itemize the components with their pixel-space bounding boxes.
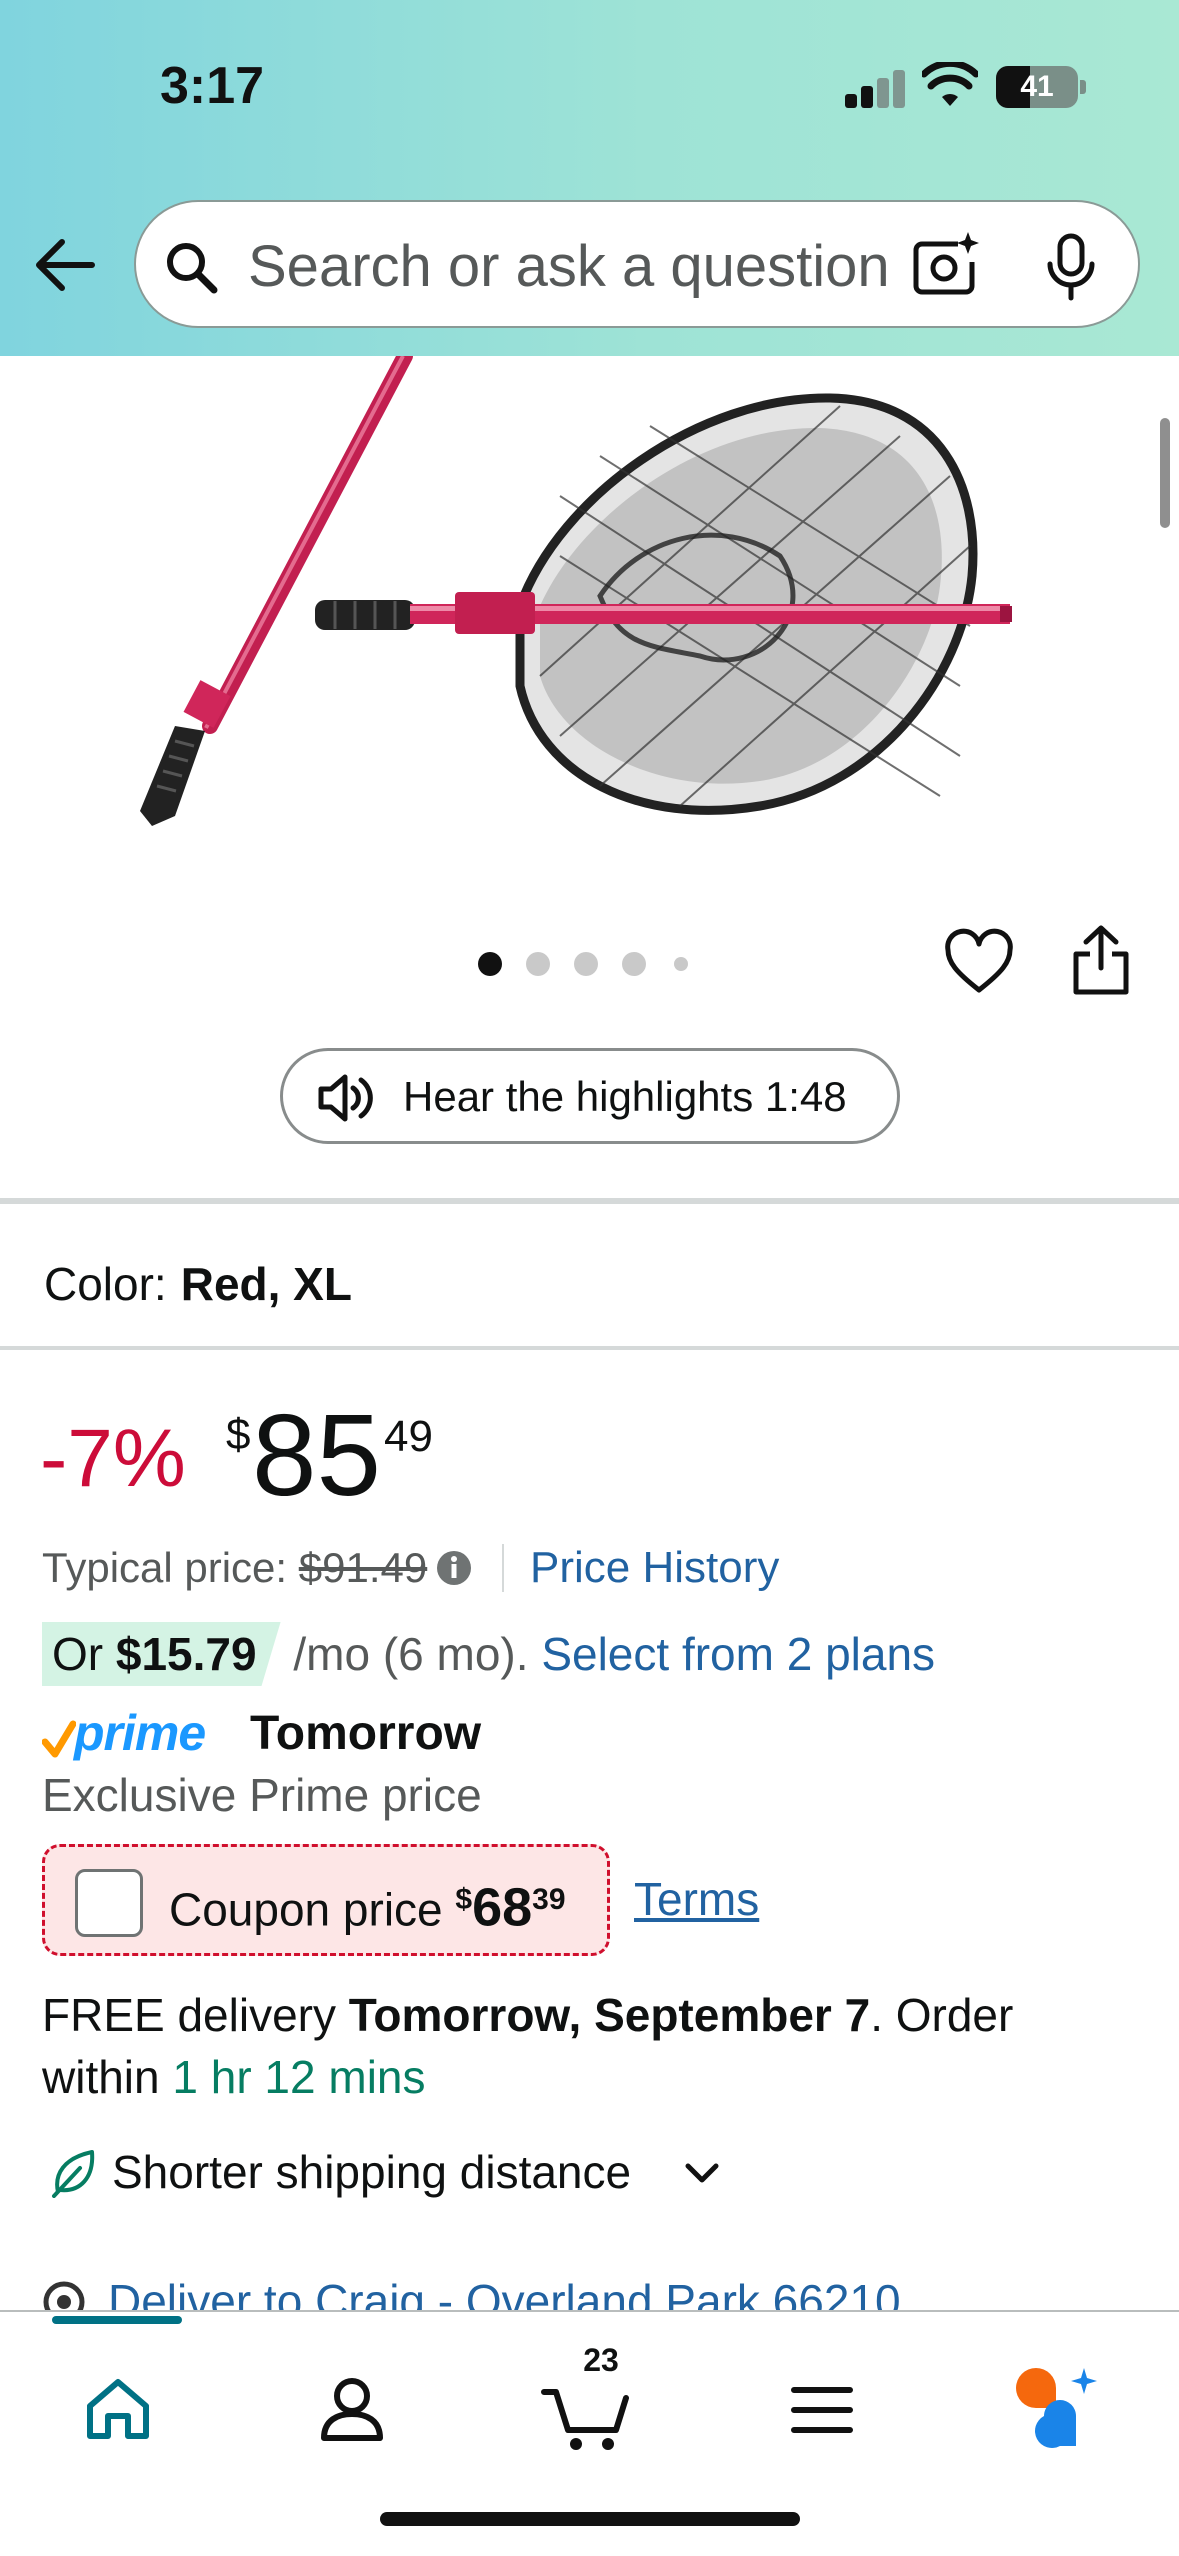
coupon-terms-link[interactable]: Terms xyxy=(634,1872,759,1926)
heart-icon[interactable] xyxy=(944,928,1014,998)
prime-word: prime xyxy=(74,1705,206,1761)
pager-dot[interactable] xyxy=(526,952,550,976)
product-image[interactable] xyxy=(0,356,1179,876)
pager-dot[interactable] xyxy=(622,952,646,976)
coupon-label: Coupon price $6839 xyxy=(169,1847,566,1953)
cellular-signal-icon xyxy=(845,70,905,108)
home-icon[interactable] xyxy=(68,2358,168,2458)
price-history-link[interactable]: Price History xyxy=(530,1540,779,1596)
image-pager-dots[interactable] xyxy=(478,950,718,980)
section-divider xyxy=(0,1198,1179,1204)
delivery-prefix: FREE delivery xyxy=(42,1989,336,2041)
color-variation[interactable]: Color: Red, XL xyxy=(44,1252,352,1316)
scrollbar-thumb[interactable] xyxy=(1160,418,1170,528)
status-time: 3:17 xyxy=(160,57,265,115)
coupon-whole: 68 xyxy=(472,1877,533,1938)
pager-dot[interactable] xyxy=(674,957,688,971)
color-label: Color: xyxy=(44,1258,167,1310)
active-tab-indicator xyxy=(52,2316,182,2324)
leaf-icon xyxy=(52,2150,95,2198)
typical-price-label: Typical price: xyxy=(42,1544,288,1591)
prime-check-icon xyxy=(42,1720,76,1758)
shipping-label: Shorter shipping distance xyxy=(112,2146,632,2198)
battery-percent: 41 xyxy=(1020,70,1054,103)
search-bar[interactable]: Search or ask a question xyxy=(134,200,1140,328)
menu-icon[interactable] xyxy=(772,2358,872,2458)
price-whole: 85 xyxy=(252,1390,382,1520)
select-plans-link[interactable]: Select from 2 plans xyxy=(541,1628,935,1680)
installment-amount: $15.79 xyxy=(115,1628,257,1680)
coupon-box[interactable]: Coupon price $6839 xyxy=(42,1844,610,1956)
section-divider xyxy=(0,1346,1179,1350)
search-icon xyxy=(167,243,218,294)
chevron-down-icon xyxy=(685,2163,719,2183)
price-separator xyxy=(502,1544,504,1592)
price-currency: $ xyxy=(226,1410,251,1459)
shipping-distance-toggle[interactable]: Shorter shipping distance xyxy=(50,2140,750,2204)
installment-row: Or $15.79 /mo (6 mo). Select from 2 plan… xyxy=(42,1622,935,1686)
installment-term: /mo (6 mo). xyxy=(293,1628,529,1680)
price-fraction: 49 xyxy=(384,1412,433,1461)
coupon-checkbox[interactable] xyxy=(75,1869,143,1937)
battery-icon: 41 xyxy=(996,66,1078,108)
prime-speed: Tomorrow xyxy=(250,1707,482,1760)
wifi-icon xyxy=(922,62,978,106)
typical-price-value: $91.49 xyxy=(298,1544,428,1591)
pager-dot[interactable] xyxy=(478,952,502,976)
installment-prefix: Or xyxy=(52,1628,104,1680)
typical-price: Typical price: $91.49 xyxy=(42,1540,427,1596)
color-value: Red, XL xyxy=(180,1258,352,1310)
camera-lens-icon[interactable] xyxy=(912,230,982,300)
account-icon[interactable] xyxy=(302,2358,402,2458)
price-block: -7% $ 85 49 xyxy=(40,1390,940,1520)
back-arrow-icon[interactable] xyxy=(30,230,100,300)
cart-count-badge: 23 xyxy=(583,2342,619,2378)
microphone-icon[interactable] xyxy=(1036,232,1106,302)
installment-badge: Or $15.79 xyxy=(42,1622,281,1686)
coupon-text: Coupon price xyxy=(169,1883,443,1936)
delivery-info: FREE delivery Tomorrow, September 7. Ord… xyxy=(42,1984,1142,2108)
exclusive-prime-price: Exclusive Prime price xyxy=(42,1769,482,1821)
hear-highlights-button[interactable]: Hear the highlights 1:48 xyxy=(280,1048,900,1144)
home-indicator xyxy=(380,2512,800,2526)
rufus-assistant-icon[interactable] xyxy=(1004,2358,1104,2458)
delivery-date: Tomorrow, September 7 xyxy=(348,1989,871,2041)
prime-badge: prime Tomorrow xyxy=(42,1704,642,1770)
search-input[interactable]: Search or ask a question xyxy=(248,232,948,302)
speaker-icon xyxy=(318,1074,373,1122)
share-icon[interactable] xyxy=(1068,924,1134,996)
coupon-fraction: 39 xyxy=(532,1883,566,1916)
top-header: 3:17 41 Search or ask a question xyxy=(0,0,1179,356)
pager-dot[interactable] xyxy=(574,952,598,976)
hear-highlights-label: Hear the highlights 1:48 xyxy=(403,1073,847,1120)
delivery-countdown: 1 hr 12 mins xyxy=(172,2051,426,2103)
coupon-currency: $ xyxy=(455,1883,473,1916)
battery-nub xyxy=(1080,80,1086,94)
info-icon[interactable] xyxy=(434,1548,474,1588)
discount-percent: -7% xyxy=(40,1413,186,1504)
